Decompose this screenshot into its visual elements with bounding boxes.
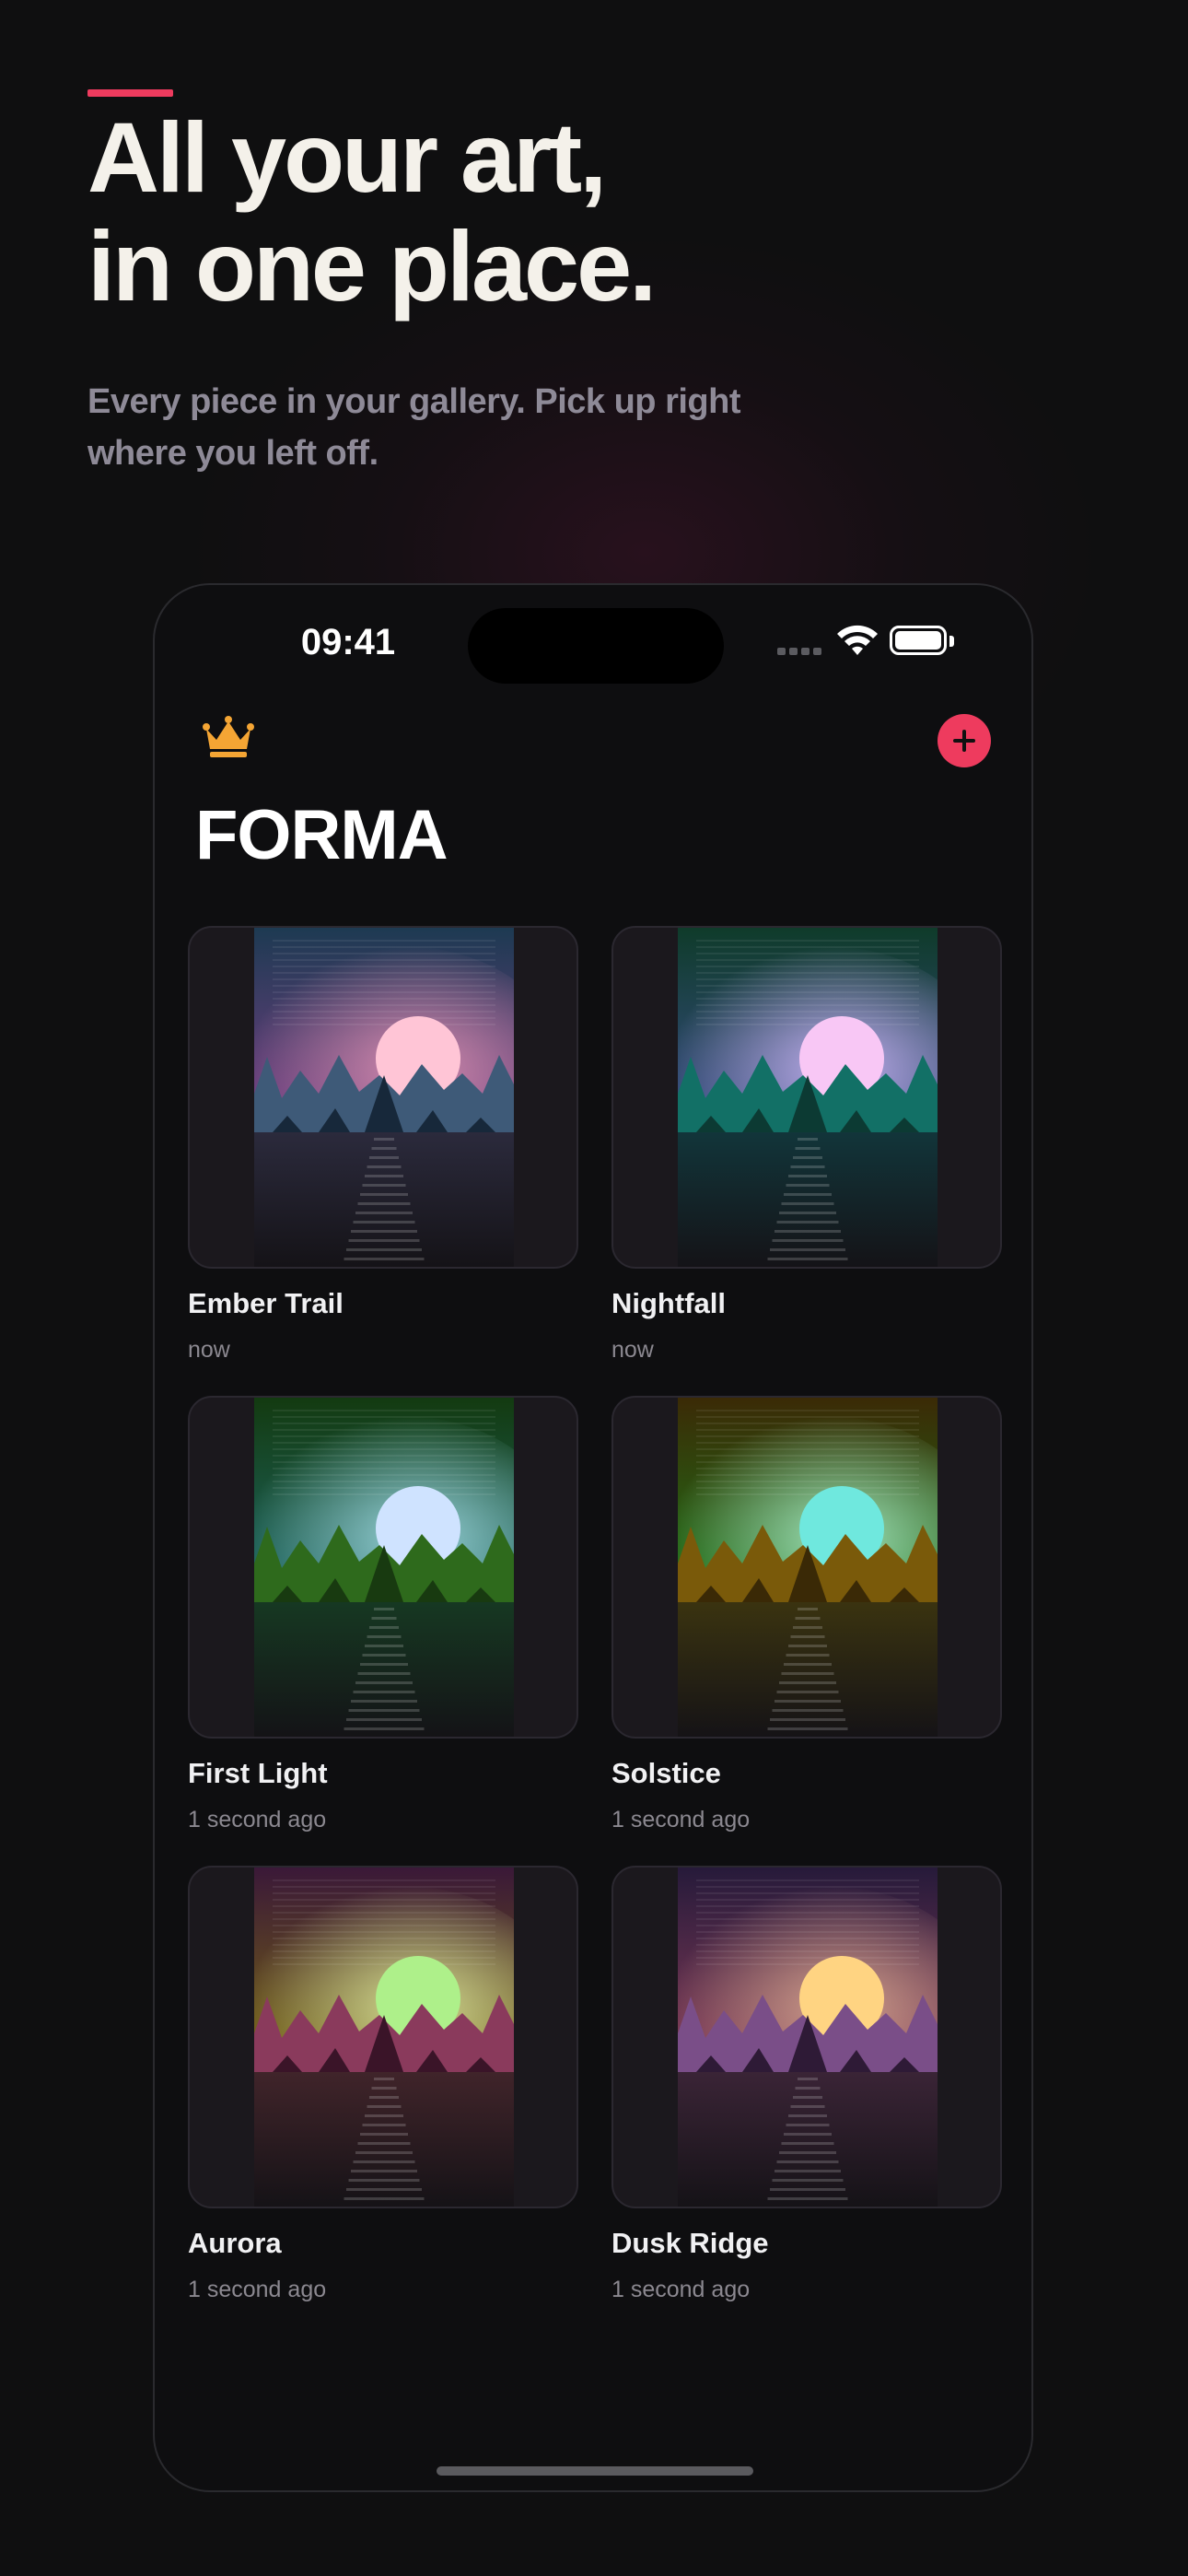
artwork-thumbnail[interactable] <box>611 1396 1002 1739</box>
dynamic-island <box>468 608 724 684</box>
status-icons <box>777 622 971 662</box>
wifi-icon <box>837 625 878 655</box>
marketing-subhead: Every piece in your gallery. Pick up rig… <box>87 376 824 479</box>
artwork-title: Ember Trail <box>188 1287 344 1319</box>
artwork-thumbnail[interactable] <box>188 926 578 1269</box>
marketing-headline: All your art, in one place. <box>87 103 1101 321</box>
artwork-timestamp: 1 second ago <box>611 2277 751 2302</box>
artwork-thumbnail[interactable] <box>188 1866 578 2208</box>
battery-icon <box>890 626 947 655</box>
artwork-timestamp: now <box>188 1337 230 1363</box>
artwork-thumbnail[interactable] <box>611 926 1002 1269</box>
headline-line-2: in one place. <box>87 210 657 322</box>
artwork-thumbnail[interactable] <box>188 1396 578 1739</box>
artwork-thumbnail[interactable] <box>611 1866 1002 2208</box>
subhead-line-2: where you left off. <box>87 434 379 473</box>
artwork-timestamp: 1 second ago <box>611 1807 751 1832</box>
cellular-signal-icon <box>777 648 821 655</box>
crown-icon[interactable] <box>201 714 256 758</box>
artwork-card[interactable]: Solstice 1 second ago <box>611 1396 1002 1838</box>
artwork-card[interactable]: Dusk Ridge 1 second ago <box>611 1866 1002 2308</box>
artwork-title: Solstice <box>611 1757 721 1789</box>
artwork-card[interactable]: Nightfall now <box>611 926 1002 1368</box>
artwork-card[interactable]: Ember Trail now <box>188 926 578 1368</box>
headline-line-1: All your art, <box>87 101 607 213</box>
artwork-timestamp: now <box>611 1337 654 1363</box>
artwork-title: Nightfall <box>611 1287 726 1319</box>
subhead-line-1: Every piece in your gallery. Pick up rig… <box>87 382 741 421</box>
artwork-card[interactable]: First Light 1 second ago <box>188 1396 578 1838</box>
plus-icon <box>953 730 975 752</box>
status-time: 09:41 <box>300 622 396 662</box>
app-title: FORMA <box>195 796 448 874</box>
battery-cap <box>949 636 954 647</box>
artwork-timestamp: 1 second ago <box>188 2277 327 2302</box>
artwork-timestamp: 1 second ago <box>188 1807 327 1832</box>
artwork-title: First Light <box>188 1757 328 1789</box>
artwork-title: Dusk Ridge <box>611 2227 769 2259</box>
add-artwork-button[interactable] <box>938 714 991 767</box>
artwork-title: Aurora <box>188 2227 282 2259</box>
artwork-card[interactable]: Aurora 1 second ago <box>188 1866 578 2308</box>
home-indicator[interactable] <box>437 2466 753 2476</box>
accent-bar <box>87 89 173 97</box>
phone-frame: 09:41 FORMA Ember Trail now Nightfall no… <box>153 583 1033 2492</box>
